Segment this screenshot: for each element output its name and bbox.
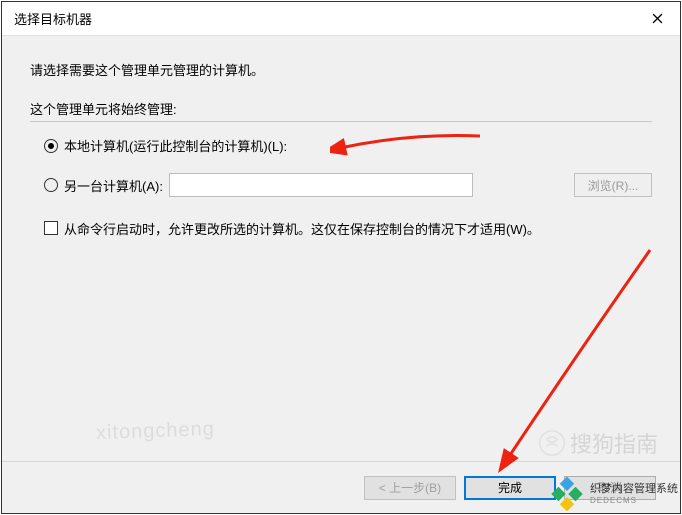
allow-change-checkbox[interactable] <box>44 221 58 235</box>
allow-change-label: 从命令行启动时，允许更改所选的计算机。这仅在保存控制台的情况下才适用(W)。 <box>64 219 540 238</box>
back-button: < 上一步(B) <box>364 476 456 500</box>
instruction-text: 请选择需要这个管理单元管理的计算机。 <box>30 60 652 79</box>
radio-remote[interactable] <box>44 178 58 192</box>
finish-button[interactable]: 完成 <box>464 476 556 500</box>
remote-computer-input[interactable] <box>169 173 473 197</box>
close-button[interactable] <box>634 2 680 36</box>
group-label: 这个管理单元将始终管理: <box>30 99 652 118</box>
window-title: 选择目标机器 <box>14 9 634 28</box>
radio-local-label: 本地计算机(运行此控制台的计算机)(L): <box>64 136 287 155</box>
divider <box>30 121 652 122</box>
radio-remote-label: 另一台计算机(A): <box>64 176 163 195</box>
radio-local[interactable] <box>44 139 58 153</box>
close-icon <box>652 13 663 24</box>
cancel-button[interactable]: 取消 <box>564 476 656 500</box>
browse-button: 浏览(R)... <box>574 173 652 197</box>
